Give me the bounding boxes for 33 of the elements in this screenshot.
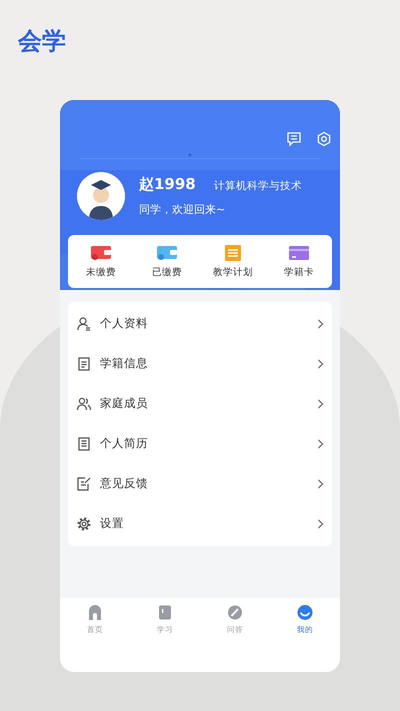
menu-item[interactable]: 设置	[68, 504, 332, 544]
people-icon	[76, 396, 92, 412]
menu-item[interactable]: 学籍信息	[68, 344, 332, 384]
smile-icon	[297, 604, 313, 621]
house-icon	[87, 604, 103, 621]
menu-item[interactable]: 意见反馈	[68, 464, 332, 504]
document-icon	[76, 436, 92, 452]
compass-icon	[227, 604, 243, 621]
document-icon	[76, 356, 92, 372]
chevron-icon	[317, 399, 324, 409]
chevron-icon	[317, 439, 324, 449]
chevron-icon	[317, 479, 324, 489]
greeting-text: 同学，欢迎回来~	[139, 202, 226, 218]
message-icon[interactable]	[286, 131, 302, 147]
chevron-icon	[317, 359, 324, 369]
book-icon	[157, 604, 173, 621]
person-icon	[76, 316, 92, 332]
notepad-icon	[222, 242, 244, 263]
menu-item[interactable]: 家庭成员	[68, 384, 332, 424]
menu-item[interactable]: 个人资料	[68, 304, 332, 344]
edit-icon	[76, 476, 92, 492]
menu-item[interactable]: 个人简历	[68, 424, 332, 464]
settings-icon	[76, 516, 92, 532]
quick-action-button[interactable]: 学籍卡	[266, 235, 332, 288]
chevron-icon	[317, 319, 324, 329]
app-logo: 会学	[18, 26, 66, 56]
quick-action-button[interactable]: 未缴费	[68, 235, 134, 288]
quick-action-button[interactable]: 教学计划	[200, 235, 266, 288]
user-name: 赵1998	[139, 175, 196, 193]
settings-icon[interactable]	[316, 131, 332, 147]
chevron-icon	[317, 519, 324, 529]
major-text: 计算机科学与技术	[214, 180, 302, 192]
quick-action-button[interactable]: 已缴费	[134, 235, 200, 288]
